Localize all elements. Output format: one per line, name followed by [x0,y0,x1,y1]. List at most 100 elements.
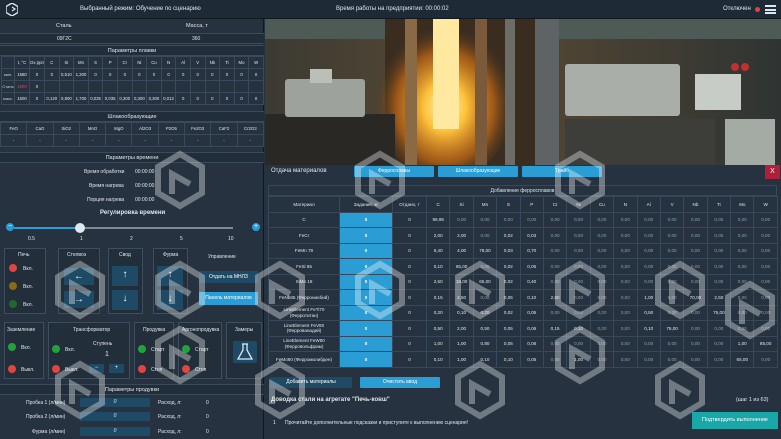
composition-cell: 0,00 [706,351,732,368]
speed-slider-knob[interactable] [75,223,85,233]
given-value: 0 [392,211,427,228]
menu-icon[interactable] [765,5,776,14]
quantity-input[interactable]: 0 [339,304,393,321]
composition-cell: 0,05 [519,304,544,321]
plug2-input[interactable]: 0 [80,412,150,421]
purge-label: Продувка [143,327,166,333]
grounding-led-off[interactable] [8,365,16,373]
composition-cell: 0,00 [589,351,615,368]
composition-cell: 0,50 [425,320,451,337]
time-regulation-title: Регулировка времени [100,210,166,216]
transporter-left-button[interactable]: ← [64,268,94,285]
time-value: 00:00:00 [135,169,155,175]
material-name: FeCr [268,227,340,244]
mass-value: 360 [192,36,201,42]
lance-flow-input[interactable]: 0 [80,427,150,436]
composition-cell: 2,50 [706,289,732,306]
clear-input-button[interactable]: Очистить ввод [360,377,440,388]
composition-cell: 0,00 [636,258,661,275]
tab-tribe[interactable]: Трайб [522,166,602,177]
composition-cell: 0,00 [683,320,708,337]
transformer-panel: Трансформатор Ступень 1 Вкл. Выкл. − + [48,322,130,379]
plug1-input[interactable]: 0 [80,398,150,407]
furnace-panel: Печь Вкл. Вкл. Вкл. [4,248,46,314]
quantity-input[interactable]: 0 [339,211,393,228]
composition-cell: 0,00 [589,289,615,306]
speed-mark: 5 [180,236,183,242]
quantity-input[interactable]: 0 [339,335,393,352]
composition-cell: 0,10 [472,351,498,368]
measure-flask-icon[interactable] [233,341,257,363]
melt-row-steel: Сталь 1590 0 [1,80,264,93]
composition-cell: 0,05 [496,335,521,352]
table-row: LineElement FeW80 (Ферровольфрам) 0 0 1,00 1… [268,335,778,352]
composition-cell: 0,00 [706,320,732,337]
roof-up-button[interactable]: ↑ [112,266,138,286]
send-to-caster-button[interactable]: Отдать на МНЛЗ [199,271,258,283]
speed-plus-button[interactable]: + [252,223,260,231]
composition-cell: 0,00 [753,227,778,244]
argon-stop-led[interactable] [182,365,190,373]
composition-cell: 0,00 [683,211,708,228]
composition-cell: 0,02 [496,273,521,290]
composition-cell: 0,00 [636,273,661,290]
grounding-led-on[interactable] [8,343,16,351]
table-row: LineElement FeV80 (Феррованадий) 0 0 0,50 2,… [268,320,778,337]
purge-stop-led[interactable] [138,365,146,373]
given-value: 0 [392,289,427,306]
mode-label: Выбранный режим: Обучение по сценарию [80,6,201,12]
work-time: Время работы на предприятии: 00:00:02 [336,6,449,12]
argon-start-led[interactable] [182,345,190,353]
materials-panel-button[interactable]: Панель материалов [199,292,258,305]
quantity-input[interactable]: 0 [339,351,393,368]
confirm-button[interactable]: Подтвердить выполнение [692,412,778,429]
composition-cell: 0,00 [589,242,615,259]
composition-cell: 0,00 [613,242,638,259]
given-value: 0 [392,304,427,321]
composition-cell: 75,00 [659,320,685,337]
quantity-input[interactable]: 0 [339,273,393,290]
purge-start-led[interactable] [138,345,146,353]
step-increase-button[interactable]: + [109,364,124,373]
composition-cell: 0,00 [659,289,685,306]
speed-minus-button[interactable]: − [6,223,14,231]
close-icon[interactable]: X [765,165,780,179]
quantity-input[interactable]: 0 [339,242,393,259]
column-header: Al [636,196,661,213]
quantity-input[interactable]: 0 [339,289,393,306]
composition-cell: 0,00 [542,351,568,368]
ferroalloy-table-title: Добавление ферросплавов [268,185,777,196]
composition-cell: 0,05 [496,320,521,337]
lance-down-button[interactable]: ↓ [157,290,183,310]
quantity-input[interactable]: 0 [339,258,393,275]
composition-cell: 0,00 [542,304,568,321]
step-decrease-button[interactable]: − [89,364,104,373]
transformer-led-on[interactable] [52,345,60,353]
add-materials-button[interactable]: Добавить материалы [270,377,352,388]
roof-down-button[interactable]: ↓ [112,290,138,310]
lance-up-button[interactable]: ↑ [157,266,183,286]
tab-slag-formers[interactable]: Шлакообразующие [438,166,518,177]
connection-status: Отключен [723,6,751,12]
composition-cell: 0,00 [613,335,638,352]
composition-cell: 0,00 [636,335,661,352]
composition-cell: 0,00 [449,211,474,228]
transformer-led-off[interactable] [52,365,60,373]
table-row: FeMo60 (Ферромолибден) 0 0 0,10 1,00 0,10 0,10… [268,351,778,368]
composition-cell: 0,10 [425,258,451,275]
composition-cell: 65,00 [730,351,755,368]
tab-ferroalloys[interactable]: Ферросплавы [354,166,434,177]
status-dot-icon [755,7,760,12]
column-header: Материал [268,196,340,213]
composition-cell: 0,00 [566,304,591,321]
composition-cell: 0,00 [613,289,638,306]
given-value: 0 [392,227,427,244]
composition-cell: 0,00 [566,242,591,259]
scenario-title: Доводка стали на агрегате "Печь-ковш" [271,397,390,403]
composition-cell: 0,00 [753,289,778,306]
quantity-input[interactable]: 0 [339,227,393,244]
composition-cell: 0,20 [472,304,498,321]
quantity-input[interactable]: 0 [339,320,393,337]
given-value: 0 [392,273,427,290]
transporter-right-button[interactable]: → [64,291,94,308]
